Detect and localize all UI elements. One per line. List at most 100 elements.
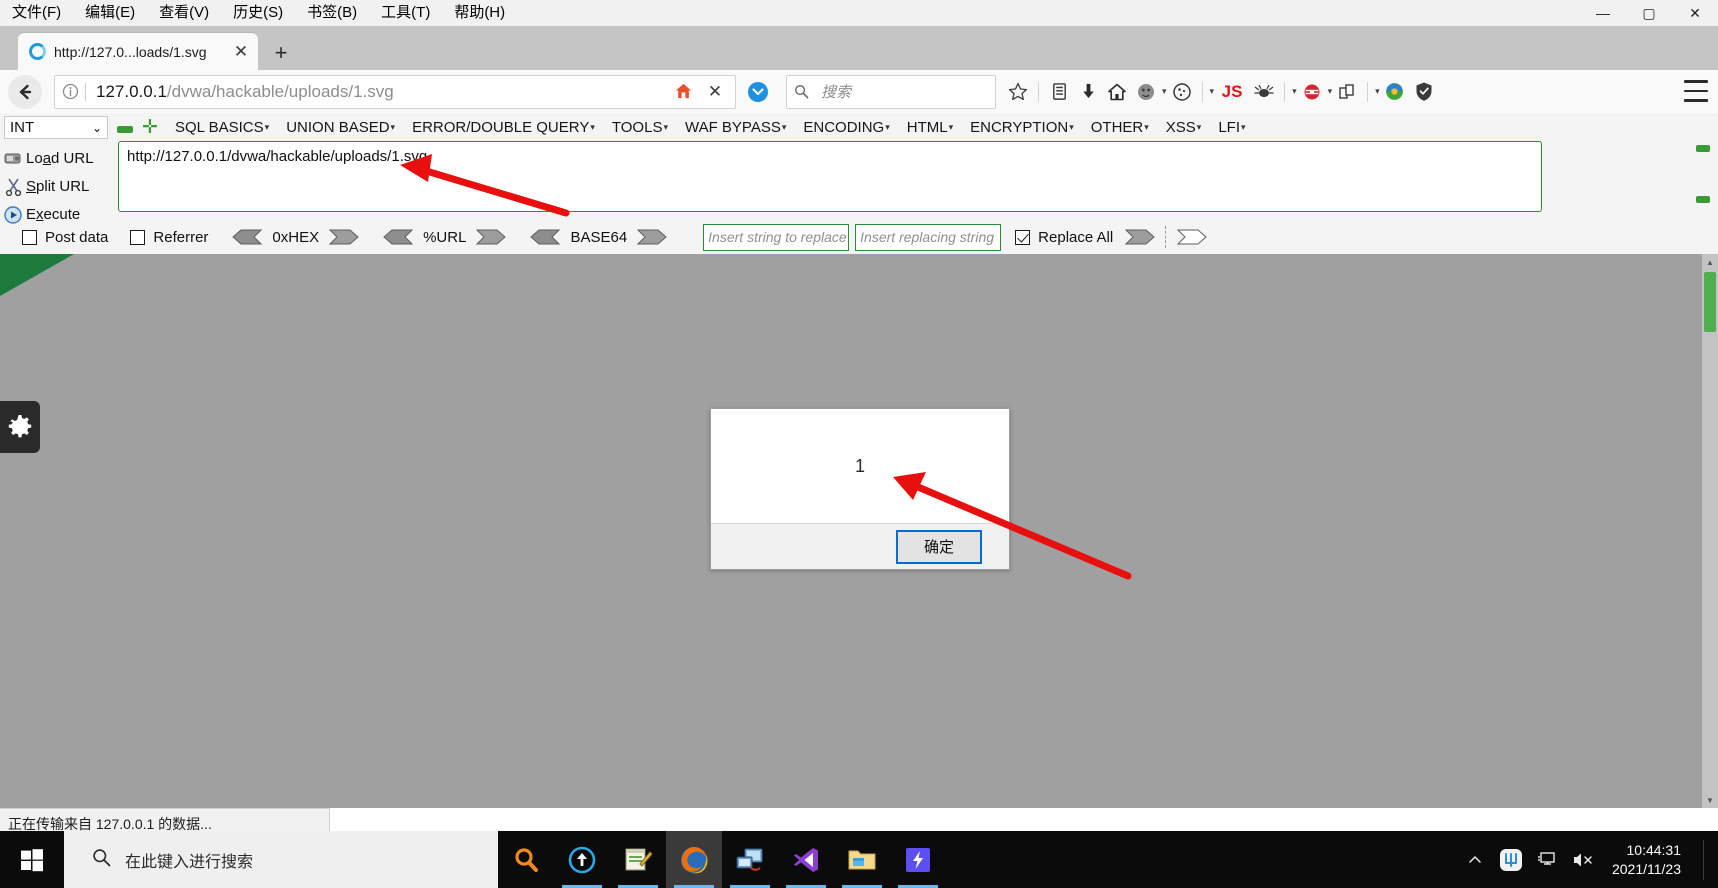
stop-loading-icon[interactable]: ✕ bbox=[701, 78, 729, 106]
new-tab-icon[interactable]: + bbox=[268, 40, 294, 66]
post-data-checkbox-wrap[interactable]: Post data bbox=[22, 229, 108, 246]
hackbar-actions: Load URL Split URL Execute bbox=[0, 145, 110, 229]
hackbar-menu-html[interactable]: HTML▾ bbox=[907, 119, 953, 136]
downloads-icon[interactable] bbox=[1074, 78, 1102, 106]
taskbar-file-explorer-icon[interactable] bbox=[834, 831, 890, 888]
site-info-icon[interactable] bbox=[55, 83, 85, 100]
replace-to-input[interactable]: Insert replacing string bbox=[855, 223, 1002, 251]
library-icon[interactable] bbox=[1045, 78, 1073, 106]
menu-edit[interactable]: 编辑(E) bbox=[73, 0, 147, 26]
volume-muted-icon[interactable] bbox=[1570, 847, 1596, 873]
useragent-switcher-icon[interactable] bbox=[1132, 78, 1160, 106]
taskbar-notepad-icon[interactable] bbox=[610, 831, 666, 888]
copy-icon[interactable] bbox=[1333, 78, 1361, 106]
cookie-icon[interactable] bbox=[1168, 78, 1196, 106]
system-tray: 10:44:31 2021/11/23 bbox=[1462, 831, 1718, 888]
menu-bookmarks[interactable]: 书签(B) bbox=[295, 0, 369, 26]
chevron-up-icon[interactable] bbox=[1462, 847, 1488, 873]
taskbar-everything-icon[interactable] bbox=[554, 831, 610, 888]
url-encode-icon[interactable] bbox=[476, 229, 507, 245]
gear-icon[interactable] bbox=[0, 401, 40, 453]
tab-active[interactable]: http://127.0...loads/1.svg ✕ bbox=[18, 33, 258, 70]
hackbar-resize-handles[interactable] bbox=[1696, 145, 1710, 209]
taskbar-search-app-icon[interactable] bbox=[498, 831, 554, 888]
chevron-down-icon: ▾ bbox=[781, 122, 787, 132]
replace-run-icon[interactable] bbox=[1125, 229, 1155, 245]
maximize-button[interactable]: ▢ bbox=[1626, 0, 1672, 26]
shield-icon[interactable] bbox=[1410, 78, 1438, 106]
load-url-button[interactable]: Load URL bbox=[0, 145, 110, 172]
menu-history[interactable]: 历史(S) bbox=[221, 0, 295, 26]
page-scrollbar[interactable]: ▲ ▼ bbox=[1702, 254, 1718, 808]
hackbar-menu-xss[interactable]: XSS▾ bbox=[1166, 119, 1202, 136]
hackbar-remove-icon[interactable] bbox=[117, 126, 133, 133]
referrer-checkbox[interactable] bbox=[130, 229, 146, 245]
replace-all-checkbox[interactable] bbox=[1015, 229, 1031, 245]
menu-help[interactable]: 帮助(H) bbox=[442, 0, 517, 26]
hex-encode-icon[interactable] bbox=[328, 229, 359, 245]
url-decode-icon[interactable] bbox=[383, 229, 414, 245]
hackbar-url-textarea[interactable]: http://127.0.0.1/dvwa/hackable/uploads/1… bbox=[118, 141, 1542, 212]
show-desktop-button[interactable] bbox=[1703, 839, 1704, 880]
hex-decode-icon[interactable] bbox=[232, 229, 263, 245]
close-button[interactable]: ✕ bbox=[1672, 0, 1718, 26]
menu-view[interactable]: 查看(V) bbox=[147, 0, 221, 26]
taskbar-firefox-icon[interactable] bbox=[666, 831, 722, 888]
base64-encode-icon[interactable] bbox=[636, 229, 667, 245]
taskbar-vscode-icon[interactable] bbox=[778, 831, 834, 888]
back-button[interactable] bbox=[8, 74, 42, 109]
hackbar-menu-union-based[interactable]: UNION BASED▾ bbox=[286, 119, 395, 136]
hackbar-type-select[interactable]: INT ⌄ bbox=[4, 116, 108, 139]
referrer-checkbox-wrap[interactable]: Referrer bbox=[130, 229, 208, 246]
proxy-icon[interactable] bbox=[1298, 78, 1326, 106]
useragent-caret-icon[interactable]: ▾ bbox=[1162, 86, 1167, 97]
input-method-icon[interactable] bbox=[1498, 847, 1524, 873]
home-icon[interactable] bbox=[1103, 78, 1131, 106]
proxy-caret-icon[interactable]: ▾ bbox=[1328, 86, 1333, 97]
js-icon[interactable]: JS bbox=[1215, 78, 1249, 106]
taskbar-remote-desktop-icon[interactable] bbox=[722, 831, 778, 888]
copy-caret-icon[interactable]: ▾ bbox=[1375, 86, 1380, 97]
hackbar-menu-tools[interactable]: TOOLS▾ bbox=[612, 119, 668, 136]
hackbar-menu-encoding[interactable]: ENCODING▾ bbox=[803, 119, 889, 136]
post-data-checkbox[interactable] bbox=[22, 229, 37, 245]
taskbar-burp-icon[interactable] bbox=[890, 831, 946, 888]
minimize-button[interactable]: — bbox=[1580, 0, 1626, 26]
hackbar-add-icon[interactable]: ✛ bbox=[142, 118, 158, 137]
hackbar-menu-waf-bypass[interactable]: WAF BYPASS▾ bbox=[685, 119, 786, 136]
start-button-icon[interactable] bbox=[0, 831, 64, 888]
replace-from-input[interactable]: Insert string to replace bbox=[703, 223, 850, 251]
extra-action-icon[interactable] bbox=[1177, 229, 1207, 245]
scroll-down-icon[interactable]: ▼ bbox=[1702, 792, 1718, 808]
scrollbar-thumb[interactable] bbox=[1704, 272, 1716, 332]
hackbar-menu-other[interactable]: OTHER▾ bbox=[1091, 119, 1149, 136]
menu-tools[interactable]: 工具(T) bbox=[369, 0, 442, 26]
search-bar[interactable]: 搜索 bbox=[786, 74, 996, 109]
replace-all-checkbox-wrap[interactable]: Replace All bbox=[1015, 229, 1113, 246]
hackbar-menu-encryption[interactable]: ENCRYPTION▾ bbox=[970, 119, 1074, 136]
bug-icon[interactable] bbox=[1250, 78, 1278, 106]
star-icon[interactable] bbox=[1004, 78, 1032, 106]
network-icon[interactable] bbox=[1534, 847, 1560, 873]
hackbar-menu-sql-basics[interactable]: SQL BASICS▾ bbox=[175, 119, 269, 136]
alert-ok-button[interactable]: 确定 bbox=[896, 529, 982, 564]
pocket-icon[interactable] bbox=[744, 78, 772, 106]
shareaholic-icon[interactable] bbox=[1381, 78, 1409, 106]
menu-file[interactable]: 文件(F) bbox=[0, 0, 73, 26]
split-url-button[interactable]: Split URL bbox=[0, 173, 110, 200]
hackbar-menu-error-double-query[interactable]: ERROR/DOUBLE QUERY▾ bbox=[412, 119, 595, 136]
app-menu-icon[interactable] bbox=[1684, 80, 1708, 102]
scroll-up-icon[interactable]: ▲ bbox=[1702, 254, 1718, 270]
close-tab-icon[interactable]: ✕ bbox=[228, 39, 254, 65]
home-page-icon[interactable] bbox=[669, 78, 697, 106]
hackbar-menu-lfi[interactable]: LFI▾ bbox=[1218, 119, 1245, 136]
search-icon bbox=[787, 78, 815, 106]
cookie-caret-icon[interactable]: ▾ bbox=[1210, 86, 1215, 97]
taskbar-clock[interactable]: 10:44:31 2021/11/23 bbox=[1612, 841, 1681, 879]
taskbar-search-box[interactable]: 在此键入进行搜索 bbox=[64, 831, 498, 888]
hackbar-collapse-icon[interactable] bbox=[1696, 145, 1710, 152]
hackbar-expand-icon[interactable] bbox=[1696, 196, 1710, 203]
bug-caret-icon[interactable]: ▾ bbox=[1292, 86, 1297, 97]
base64-decode-icon[interactable] bbox=[530, 229, 561, 245]
address-bar[interactable]: 127.0.0.1/dvwa/hackable/uploads/1.svg ✕ bbox=[54, 74, 736, 109]
